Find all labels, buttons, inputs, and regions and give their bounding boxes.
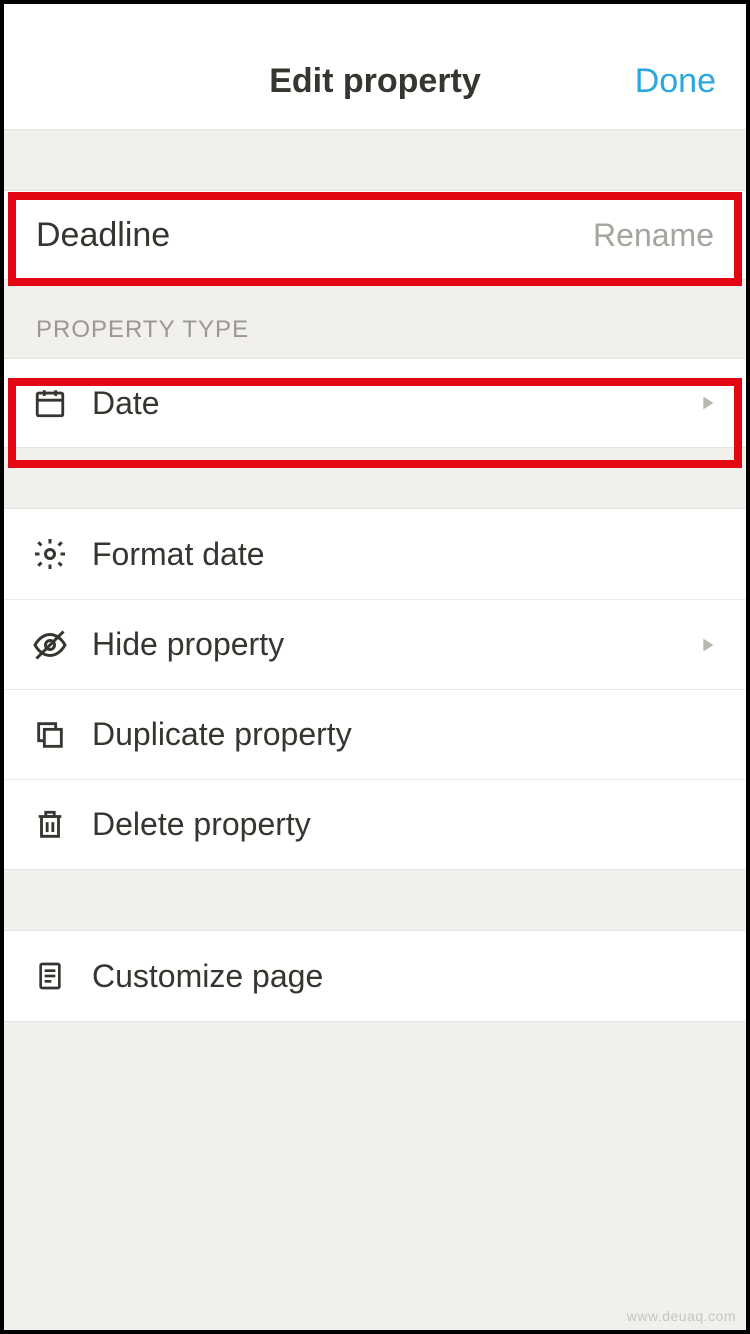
customize-group: Customize page: [4, 930, 746, 1022]
watermark: www.deuaq.com: [627, 1308, 736, 1324]
done-button[interactable]: Done: [635, 62, 716, 101]
delete-property-row[interactable]: Delete property: [4, 779, 746, 869]
calendar-icon: [32, 385, 68, 421]
rename-hint: Rename: [593, 217, 714, 254]
chevron-right-icon: [696, 392, 718, 414]
spacer: [4, 870, 746, 930]
format-date-row[interactable]: Format date: [4, 509, 746, 599]
spacer: [4, 448, 746, 508]
page-icon: [32, 958, 68, 994]
page-title: Edit property: [269, 62, 481, 101]
chevron-right-icon: [696, 634, 718, 656]
property-type-row[interactable]: Date: [4, 358, 746, 448]
customize-page-row[interactable]: Customize page: [4, 931, 746, 1021]
delete-property-label: Delete property: [92, 806, 718, 843]
header: Edit property Done: [4, 4, 746, 130]
property-type-section-label: PROPERTY TYPE: [4, 280, 746, 358]
property-name-value: Deadline: [36, 216, 170, 255]
duplicate-property-label: Duplicate property: [92, 716, 718, 753]
eye-off-icon: [32, 627, 68, 663]
duplicate-property-row[interactable]: Duplicate property: [4, 689, 746, 779]
hide-property-row[interactable]: Hide property: [4, 599, 746, 689]
format-date-label: Format date: [92, 536, 718, 573]
actions-group: Format date Hide property Duplicate prop…: [4, 508, 746, 870]
spacer: [4, 130, 746, 190]
trash-icon: [32, 807, 68, 843]
duplicate-icon: [32, 717, 68, 753]
hide-property-label: Hide property: [92, 626, 696, 663]
customize-page-label: Customize page: [92, 958, 718, 995]
property-type-label: Date: [92, 385, 696, 422]
gear-icon: [32, 536, 68, 572]
rename-property-row[interactable]: Deadline Rename: [4, 190, 746, 280]
